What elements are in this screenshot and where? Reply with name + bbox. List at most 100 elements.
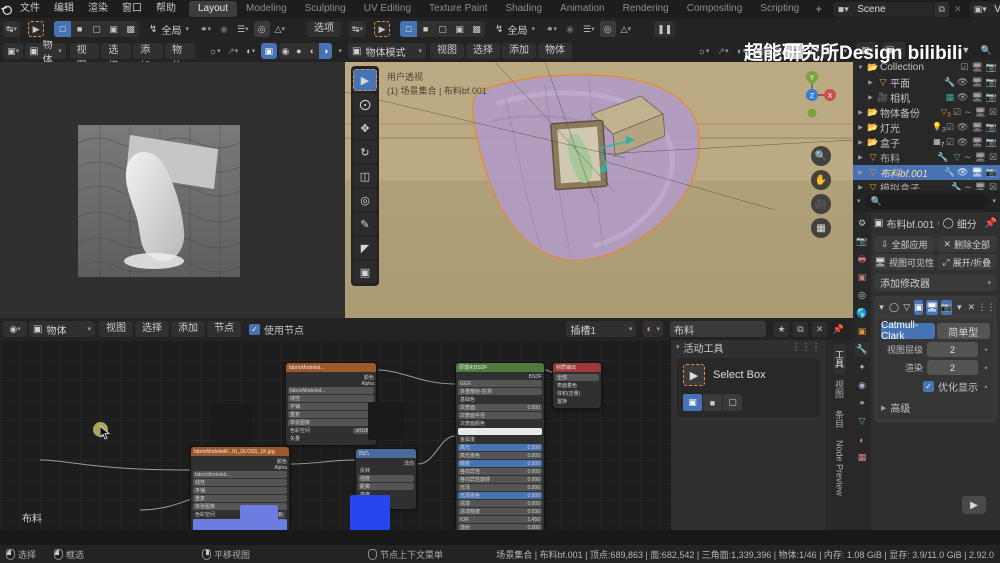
breadcrumb-object-label[interactable]: 布料bf.001 bbox=[886, 216, 934, 231]
animate-property-icon[interactable]: • bbox=[982, 382, 990, 392]
menu-add-ne[interactable]: 添加 bbox=[171, 321, 205, 337]
node-datablock[interactable]: fabricModeled... bbox=[288, 387, 374, 394]
active-tool-panel-header[interactable]: ▾ 活动工具 ⋮⋮⋮ bbox=[671, 340, 826, 355]
node-projection[interactable]: 平铺 bbox=[288, 403, 374, 410]
search-options-icon[interactable]: ▾ bbox=[992, 197, 996, 205]
snap-magnet-icon[interactable]: ⚭ ▾ bbox=[197, 21, 214, 37]
tab-uv-editing[interactable]: UV Editing bbox=[355, 1, 420, 17]
viewport-overlays-icon[interactable]: ◐ ▾ bbox=[733, 43, 749, 59]
shading-mode-group[interactable]: ◉ ● ◐ ◑ bbox=[278, 43, 333, 59]
outliner-row-toggles[interactable]: ☑ 👁 🖥 📷 bbox=[946, 122, 1000, 133]
menu-file[interactable]: 文件 bbox=[13, 0, 47, 18]
expand-triangle-icon[interactable]: ▶ bbox=[865, 79, 876, 86]
hand-pan-icon[interactable]: ✋ bbox=[811, 170, 831, 190]
node-anisotropic-row[interactable]: 各向异性 0.000 bbox=[458, 468, 542, 475]
outliner-row-toggles[interactable]: ∼ 🖥 ☒ bbox=[964, 182, 1000, 190]
grip-icon[interactable]: ⋮⋮⋮ bbox=[791, 342, 821, 353]
node-principled-bsdf[interactable]: 原理化BSDF BSDF GGX 多重散射-估测 基础色 次表面 0.000 次… bbox=[455, 362, 545, 530]
node-specular-tint-row[interactable]: 高光染色 0.000 bbox=[458, 452, 542, 459]
tab-object-data-icon[interactable]: ▽ bbox=[854, 414, 870, 429]
tab-rendering[interactable]: Rendering bbox=[614, 1, 678, 17]
select-intersect-icon[interactable]: ▩ bbox=[122, 21, 139, 37]
select-subtract-icon-mini[interactable]: ▢ bbox=[723, 394, 742, 411]
xray-toggle-icon[interactable]: ▣ bbox=[260, 43, 277, 59]
pivot-point-icon[interactable]: ◎ bbox=[253, 21, 270, 37]
tab-texture-paint[interactable]: Texture Paint bbox=[420, 1, 496, 17]
menu-view-ie[interactable]: 视图 bbox=[69, 43, 100, 72]
modifier-header[interactable]: ▾ ◯ ▽ ▣ 🖥 📷 ▾ ✕ ⋮⋮ bbox=[877, 299, 995, 316]
tab-node-preview[interactable]: Node Preview bbox=[835, 434, 845, 502]
node-distance-row[interactable]: 距离 bbox=[358, 483, 414, 490]
transform-orientation-dropdown[interactable]: ↯ 全局 ▾ bbox=[145, 21, 193, 37]
tab-view[interactable]: 视图 bbox=[833, 374, 846, 404]
viewport-visibility-button[interactable]: 🖥 视图可见性 bbox=[874, 254, 935, 270]
transform-orientation-dropdown-3d[interactable]: ↯ 全局 ▾ bbox=[491, 21, 539, 37]
menu-select-vp[interactable]: 选择 bbox=[466, 43, 500, 59]
shading-light-icon[interactable]: ☼ ▾ bbox=[207, 43, 223, 59]
menu-edit[interactable]: 编辑 bbox=[47, 0, 81, 18]
menu-object-ie[interactable]: 物体 bbox=[164, 43, 195, 72]
proportional-falloff-icon[interactable]: ☰ ▾ bbox=[234, 21, 252, 37]
scene-selector[interactable]: ◾▾ Scene bbox=[833, 1, 934, 17]
tab-item[interactable]: 条目 bbox=[833, 404, 846, 434]
transform-icon[interactable]: ◎ bbox=[353, 189, 377, 211]
zoom-icon[interactable]: 🔍 bbox=[811, 146, 831, 166]
node-roughness-row[interactable]: 糙度 0.500 bbox=[458, 460, 542, 467]
pause-playback-icon[interactable]: ❚❚ bbox=[654, 21, 676, 37]
image-editor-type-icon[interactable]: ▣ ▾ bbox=[3, 43, 24, 59]
falloff-curve-icon[interactable]: △ ▾ bbox=[272, 21, 288, 37]
ortho-persp-icon[interactable]: ▦ bbox=[811, 218, 831, 238]
outliner-row-toggles[interactable]: ☑ 🖥 📷 bbox=[960, 62, 1000, 73]
node-clearcoat-roughness-row[interactable]: 清漆糙度 0.030 bbox=[458, 508, 542, 515]
node-projection[interactable]: 平铺 bbox=[193, 487, 287, 494]
menu-render[interactable]: 渲染 bbox=[81, 0, 115, 18]
eye-icon[interactable]: 👁 bbox=[957, 167, 968, 178]
copy-material-icon[interactable]: ⧉ bbox=[793, 321, 808, 337]
eye-icon[interactable]: 👁 bbox=[957, 77, 968, 88]
monitor-icon[interactable]: 🖥 bbox=[971, 137, 982, 148]
eye-closed-icon[interactable]: ∼ bbox=[964, 182, 972, 190]
expand-triangle-icon[interactable]: ▶ bbox=[855, 139, 866, 146]
viewport-material-icon[interactable]: ◐ bbox=[803, 43, 820, 59]
tab-world-icon[interactable]: 🌎 bbox=[854, 306, 870, 321]
expand-triangle-icon[interactable]: ▼ bbox=[855, 65, 866, 71]
camera-disabled-icon[interactable]: ☒ bbox=[989, 182, 997, 190]
delete-all-button[interactable]: ✕ 删除全部 bbox=[936, 236, 997, 252]
node-material-output[interactable]: 材质输出 全部 表面着色 体积(音量) 置换 bbox=[552, 362, 602, 409]
node-subsurface-method-dropdown[interactable]: 多重散射-估测 bbox=[458, 388, 542, 395]
panel-expand-icon[interactable]: ▾ bbox=[877, 300, 886, 315]
camera-disabled-icon[interactable]: ☒ bbox=[989, 152, 997, 163]
outliner-row-camera[interactable]: ▶ 🎥 相机 ▦ 👁 🖥 📷 bbox=[853, 90, 1000, 105]
scale-icon[interactable]: ◫ bbox=[353, 165, 377, 187]
outliner-row-sim-box[interactable]: ▶ ▽ 模拟盒子 🔧 ∼ 🖥 ☒ bbox=[853, 180, 1000, 190]
camera-view-icon[interactable]: 🎥 bbox=[811, 194, 831, 214]
outliner-row-plane[interactable]: ▶ ▽ 平面 🔧 👁 🖥 📷 bbox=[853, 75, 1000, 90]
tab-sculpting[interactable]: Sculpting bbox=[296, 1, 355, 17]
monitor-icon[interactable]: 🖥 bbox=[971, 92, 982, 103]
node-ior-row[interactable]: IOR 1.450 bbox=[458, 516, 542, 523]
tweak-select-box-icon[interactable]: ▶ bbox=[353, 69, 377, 91]
camera-render-icon[interactable]: 📷 bbox=[986, 77, 997, 88]
eye-icon[interactable]: 👁 bbox=[957, 122, 968, 133]
camera-disabled-icon[interactable]: ☒ bbox=[989, 107, 997, 118]
pin-icon[interactable]: 📌 bbox=[985, 218, 997, 229]
select-subtract-icon-3d[interactable]: ▣ bbox=[451, 21, 468, 37]
outliner-row-cloth-bf-001[interactable]: ▶ ▽ 布料bf.001 🔧 👁 🖥 📷 bbox=[853, 165, 1000, 180]
expand-triangle-icon[interactable]: ▶ bbox=[865, 94, 876, 101]
tab-scripting[interactable]: Scripting bbox=[751, 1, 808, 17]
proportional-falloff-icon-3d[interactable]: ☰ ▾ bbox=[580, 21, 598, 37]
node-anisotropic-rotation-row[interactable]: 各向异性旋转 0.000 bbox=[458, 476, 542, 483]
wireframe-shading-icon[interactable]: ◉ bbox=[279, 43, 292, 59]
node-subsurface-row[interactable]: 次表面 0.000 bbox=[458, 404, 542, 411]
render-levels-input[interactable]: 2 bbox=[927, 360, 978, 375]
material-browse-dropdown[interactable]: ◐ ▾ bbox=[643, 321, 663, 337]
optimal-display-row[interactable]: ✓ 优化显示 • bbox=[881, 379, 990, 394]
outliner-row-toggles[interactable]: 👁 🖥 📷 bbox=[957, 77, 1000, 88]
eye-closed-icon[interactable]: ∼ bbox=[964, 152, 972, 163]
node-subsurface-color-swatch[interactable] bbox=[458, 428, 542, 435]
measure-icon[interactable]: ◤ bbox=[353, 237, 377, 259]
navigation-gizmo[interactable]: Y X Z bbox=[785, 68, 839, 122]
select-new-icon[interactable]: ■ bbox=[71, 21, 88, 37]
node-specular-row[interactable]: 高光 0.500 bbox=[458, 444, 542, 451]
outliner-filter-icon[interactable]: ▼ bbox=[958, 42, 974, 58]
